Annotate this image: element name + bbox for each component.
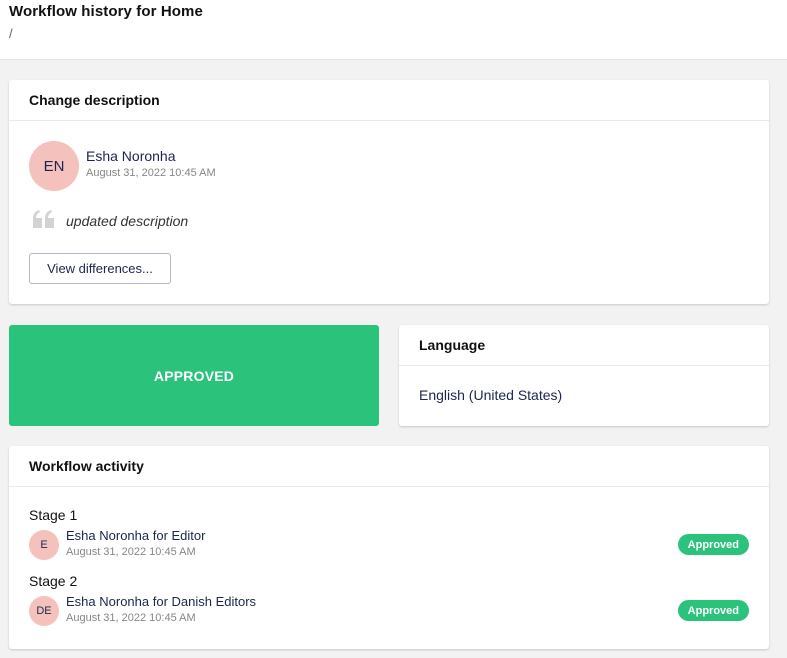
language-value: English (United States) [419,387,563,403]
language-title: Language [399,325,769,366]
avatar: DE [29,596,59,626]
stage-user-group: Esha Noronha for Danish Editors [66,594,257,609]
author-name: Esha Noronha [86,148,176,164]
stage-date: August 31, 2022 10:45 AM [66,612,196,624]
workflow-activity-card: Workflow activity Stage 1 E Esha Noronha… [9,446,769,649]
stage-label: Stage 2 [29,573,78,589]
language-card: Language English (United States) [399,325,769,426]
stage-user-group: Esha Noronha for Editor [66,528,206,543]
status-badge: Approved [677,600,749,621]
status-badge: Approved [677,534,749,555]
status-approved-card: APPROVED [9,325,379,426]
view-differences-button[interactable]: View differences... [29,253,171,284]
stage-date: August 31, 2022 10:45 AM [66,546,196,558]
quote-icon [33,210,54,228]
avatar: EN [29,141,79,191]
workflow-activity-title: Workflow activity [9,446,769,487]
avatar: E [29,530,59,560]
change-description-card: Change description EN Esha Noronha Augus… [9,80,769,304]
change-description-title: Change description [9,80,769,121]
author-date: August 31, 2022 10:45 AM [86,167,216,179]
page-title: Workflow history for Home [9,3,203,20]
breadcrumb[interactable]: / [9,26,13,41]
page-header: Workflow history for Home / [0,0,787,60]
change-comment: updated description [66,213,189,229]
stage-label: Stage 1 [29,507,78,523]
